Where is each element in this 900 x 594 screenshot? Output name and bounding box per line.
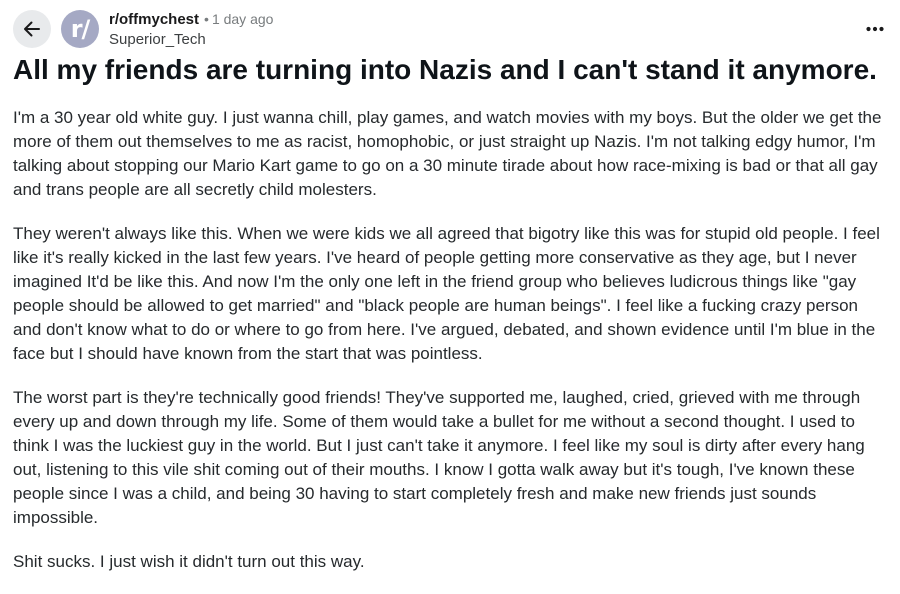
post-header: r/ r/offmychest • 1 day ago Superior_Tech — [13, 9, 890, 49]
subreddit-link[interactable]: r/offmychest — [109, 11, 199, 28]
arrow-left-icon — [24, 21, 40, 37]
post-paragraph: I'm a 30 year old white guy. I just wann… — [13, 108, 882, 199]
ellipsis-horizontal-icon — [866, 26, 884, 32]
post-paragraph: The worst part is they're technically go… — [13, 388, 865, 527]
more-options-button[interactable] — [860, 17, 890, 41]
post-paragraph: They weren't always like this. When we w… — [13, 224, 880, 363]
post-body: I'm a 30 year old white guy. I just wann… — [13, 106, 890, 594]
post-time: 1 day ago — [211, 11, 274, 27]
subreddit-avatar[interactable]: r/ — [61, 10, 99, 48]
post-title: All my friends are turning into Nazis an… — [13, 54, 877, 85]
back-button[interactable] — [13, 10, 51, 48]
post-paragraph: Shit sucks. I just wish it didn't turn o… — [13, 552, 365, 571]
author-username[interactable]: Superior_Tech — [109, 30, 273, 49]
post-meta: r/offmychest • 1 day ago Superior_Tech — [109, 9, 273, 49]
meta-separator: • — [204, 11, 209, 27]
